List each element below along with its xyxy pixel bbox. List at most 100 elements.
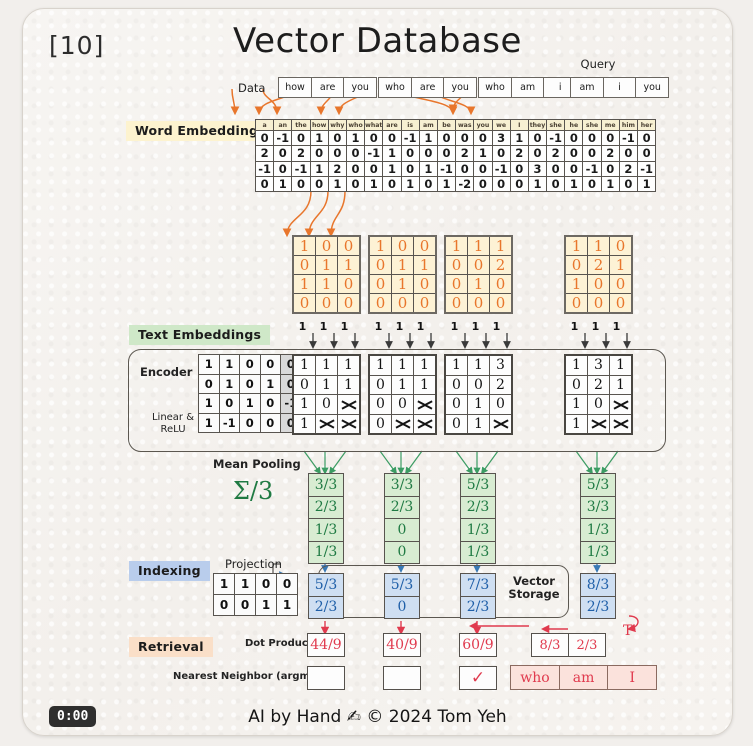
token[interactable]: who [478, 77, 512, 98]
encoder-output-query: 131021101 [564, 354, 633, 435]
matrix-cell [587, 413, 610, 435]
token[interactable]: you [635, 77, 670, 98]
vocab-header-row: a an the how why who what are is am be was you we Ithe… [254, 119, 657, 131]
token[interactable]: you [343, 77, 378, 98]
token[interactable]: am [570, 77, 604, 98]
matrix-cell: 1 [315, 255, 338, 275]
vector-row: 0 [384, 518, 420, 542]
matrix-cell: 0 [413, 293, 437, 314]
vocab-cell: she [582, 119, 602, 131]
vector-row: 5/3 [384, 573, 420, 597]
matrix-cell: 0 [467, 374, 490, 395]
matrix-cell: 1 [564, 413, 588, 435]
embedding-cell: 0 [527, 145, 548, 162]
text-embeddings-label: Text Embeddings [129, 325, 271, 345]
query-sequence: am i you [570, 77, 670, 98]
embedding-cell: 1 [309, 160, 329, 177]
matrix-row: 000 [564, 293, 633, 314]
embedding-cell: 0 [473, 129, 493, 147]
vector-row: 1/3 [308, 540, 344, 564]
matrix-cell: 0 [391, 293, 414, 314]
matrix-cell: 0 [391, 235, 414, 256]
mean-pooling-vector-1: 3/3 2/3 1/3 1/3 [308, 473, 344, 564]
matrix-cell: 1 [337, 374, 361, 395]
matrix: 111011000 [368, 354, 437, 435]
embedding-cell: -2 [455, 175, 475, 193]
slide-card: [10] Vector Database Data Query how are … [22, 8, 733, 736]
matrix-row: 011 [292, 374, 361, 395]
embedding-cell: -1 [491, 160, 511, 177]
ones-row-3: 1 1 1 [444, 320, 507, 333]
matrix-cell: 0 [368, 374, 392, 395]
token[interactable]: i [602, 77, 637, 98]
embedding-cell: 2 [455, 145, 475, 162]
vocab-cell: why [327, 119, 347, 131]
weight-cell: 0 [255, 573, 277, 595]
token[interactable]: you [443, 77, 478, 98]
token[interactable]: are [310, 77, 345, 98]
vector-cell: 2/3 [580, 595, 616, 619]
matrix-row: 010 [444, 274, 513, 294]
embedding-cell: -1 [254, 160, 275, 177]
matrix-row: 100 [368, 235, 437, 256]
vocab-cell: me [600, 119, 620, 131]
retrieved-token[interactable]: who [510, 665, 560, 690]
nearest-neighbor-box-2[interactable] [383, 666, 421, 690]
retrieved-token[interactable]: am [558, 665, 609, 690]
embedding-cell: 2 [291, 145, 311, 162]
embedding-cell: 0 [509, 160, 529, 177]
matrix-cell: 0 [368, 274, 392, 294]
embedding-cell: 0 [254, 175, 275, 193]
matrix-cell: 1 [609, 374, 633, 395]
matrix-cell: 0 [489, 293, 513, 314]
vector-row: 2/3 [308, 595, 344, 619]
token[interactable]: who [378, 77, 412, 98]
matrix-row: 111 [368, 354, 437, 376]
projection-weight-matrix: 11000011 [213, 573, 298, 616]
projection-weights-wrap: 11000011 [213, 573, 298, 616]
embedding-cell: -1 [291, 160, 311, 177]
matrix-cell: 1 [315, 374, 338, 395]
nearest-neighbor-box-3[interactable]: ✓ [459, 666, 497, 690]
matrix-cell: 0 [444, 374, 468, 395]
weight-cell: 1 [259, 373, 281, 394]
data-sequence-1: how are you [278, 77, 378, 98]
matrix-cell: 0 [444, 413, 468, 435]
matrix: 111011101 [292, 354, 361, 435]
nearest-neighbor-box-1[interactable] [307, 666, 345, 690]
vector-cell: 1/3 [580, 540, 616, 564]
token[interactable]: am [510, 77, 545, 98]
embedding-cell: -1 [618, 129, 639, 147]
token[interactable]: how [278, 77, 312, 98]
matrix-cell: 1 [564, 394, 588, 415]
vector: 5/3 3/3 1/3 1/3 [580, 473, 616, 564]
matrix-cell: 0 [292, 255, 316, 275]
embedding-cell: 2 [546, 145, 566, 162]
weight-cell: 0 [213, 594, 235, 616]
vector-cell: 5/3 [308, 573, 344, 597]
embedding-cell: 1 [364, 175, 384, 193]
matrix-cell [609, 394, 633, 415]
matrix-row: 111 [444, 235, 513, 256]
matrix: 100011110000 [292, 235, 361, 314]
vector-cell: 1/3 [308, 540, 344, 564]
token[interactable]: are [410, 77, 445, 98]
weight-cell: -1 [218, 412, 240, 433]
weight-row: 1 -1 0 0 0 [198, 412, 302, 433]
projection-label: Projection [225, 557, 282, 571]
vocab-cell: a [254, 119, 275, 131]
matrix-cell: 0 [368, 413, 392, 435]
embedding-cell: 1 [400, 175, 420, 193]
matrix-cell: 1 [315, 354, 338, 376]
credit-text: AI by Hand ✍ © 2024 Tom Yeh [248, 707, 507, 727]
matrix-cell: 0 [368, 293, 392, 314]
vector-row: 5/3 [460, 473, 496, 497]
weight-cell: 0 [259, 393, 281, 414]
matrix-cell: 1 [564, 274, 588, 294]
vector-row: 2/3 [384, 495, 420, 519]
vector-row: 1/3 [308, 518, 344, 542]
encoder-output-3: 11300201001 [444, 354, 513, 435]
matrix-row: 010 [368, 274, 437, 294]
matrix-cell: 0 [315, 293, 338, 314]
retrieved-token[interactable]: I [607, 665, 658, 690]
